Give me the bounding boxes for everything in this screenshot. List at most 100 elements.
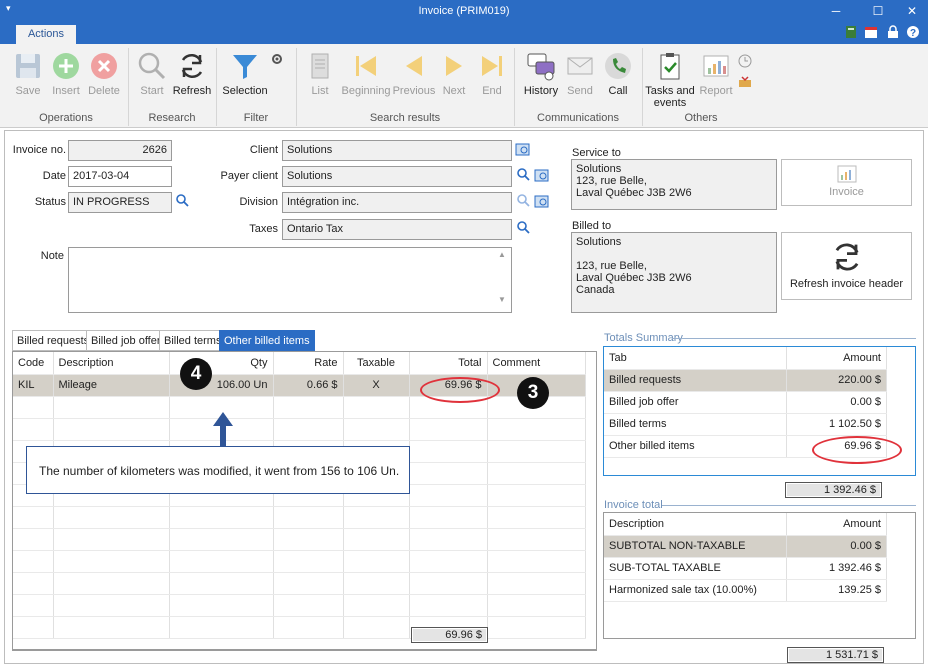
folder-search-icon [515,143,530,156]
folder-search-icon [534,195,549,208]
beginning-button[interactable]: Beginning [340,50,392,106]
empty-row [13,572,586,595]
group-communications-label: Communications [537,112,619,124]
table-row[interactable]: Billed job offer 0.00 $ [604,391,887,414]
note-textarea[interactable] [68,247,512,313]
invoice-button[interactable]: Invoice [781,159,912,206]
cell-code[interactable]: KIL [13,374,54,397]
note-scrollbar[interactable]: ▲ ▼ [496,250,508,310]
clock-icon[interactable] [738,54,752,68]
status-search-button[interactable] [173,193,191,211]
division-lookup-button[interactable] [533,193,551,211]
table-row[interactable]: KIL Mileage 106.00 Un 0.66 $ X 69.96 $ [13,374,586,397]
next-arrow-icon [446,56,462,76]
folder-search-icon [534,169,549,182]
call-button[interactable]: Call [594,50,642,106]
empty-row [13,528,586,551]
taxes-search-button[interactable] [514,220,532,238]
calculator-icon[interactable] [844,25,858,39]
help-icon[interactable]: ? [906,25,920,39]
payer-lookup-button[interactable] [533,167,551,185]
ribbon: Save Insert Delete Operations Start Refr… [0,44,928,128]
calendar-icon[interactable] [864,25,878,39]
highlight-oval-other-items [812,436,902,464]
items-header-row: Code Description Qty Rate Taxable Total … [13,352,586,375]
tab-billed-requests[interactable]: Billed requests [12,330,95,351]
col-rate[interactable]: Rate [273,352,344,375]
search-icon [517,194,530,207]
scroll-list-icon [311,53,329,79]
gear-icon[interactable] [270,52,284,66]
delete-button[interactable]: Delete [80,50,128,106]
window-title: Invoice (PRIM019) [418,5,510,17]
previous-arrow-icon [406,56,422,76]
envelope-icon [567,57,593,75]
client-field: Solutions [282,140,512,161]
total-amount-cell: 1 392.46 $ [786,557,887,580]
maximize-button[interactable]: ☐ [868,3,888,19]
col-taxable[interactable]: Taxable [343,352,410,375]
tab-other-billed-items[interactable]: Other billed items [219,330,315,351]
group-research-label: Research [148,112,196,124]
client-lookup-button[interactable] [514,141,532,159]
col-total[interactable]: Total [409,352,488,375]
date-field[interactable]: 2017-03-04 [68,166,172,187]
inbox-icon[interactable] [738,74,752,88]
payer-client-label: Payer client [220,170,278,182]
col-tab[interactable]: Tab [604,347,787,370]
client-label: Client [249,144,278,156]
invoice-grand-total: 1 531.71 $ [787,647,884,663]
invoice-total-grid: Description Amount SUBTOTAL NON-TAXABLE 0.… [603,512,916,639]
lock-icon[interactable] [886,25,900,39]
empty-row [13,616,586,639]
refresh-invoice-header-button[interactable]: Refresh invoice header [781,232,912,300]
report-button[interactable]: Report [692,50,740,106]
last-record-icon [482,56,502,76]
tab-billed-terms[interactable]: Billed terms [159,330,227,351]
payer-search-button[interactable] [514,167,532,185]
ribbon-tab-row: Actions ? [0,22,928,44]
group-others-label: Others [684,112,718,124]
total-description-cell: Harmonized sale tax (10.00%) [604,579,787,602]
invoice-total-table: Description Amount SUBTOTAL NON-TAXABLE 0.… [604,513,887,602]
table-row[interactable]: Harmonized sale tax (10.00%) 139.25 $ [604,579,887,602]
table-row[interactable]: SUBTOTAL NON-TAXABLE 0.00 $ [604,535,887,558]
billed-to-address: Solutions 123, rue Belle, Laval Québec J… [571,232,777,313]
division-search-button[interactable] [514,193,532,211]
ribbon-separator [514,48,515,126]
col-comment[interactable]: Comment [487,352,586,375]
taxes-field: Ontario Tax [282,219,512,240]
billed-to-label: Billed to [572,220,612,232]
refresh-button[interactable]: Refresh [168,50,216,106]
col-description[interactable]: Description [53,352,170,375]
total-description-cell: SUB-TOTAL TAXABLE [604,557,787,580]
close-button[interactable]: ✕ [902,3,922,19]
minimize-button[interactable]: ─ [826,3,846,19]
tasks-and-events-button[interactable]: Tasks and events [644,50,696,109]
taxes-label: Taxes [249,223,278,235]
cell-taxable[interactable]: X [343,374,410,397]
highlight-oval-total [420,377,500,403]
col-amount[interactable]: Amount [786,513,887,536]
group-operations-label: Operations [39,112,93,124]
summary-amount-cell: 0.00 $ [786,391,887,414]
table-row[interactable]: SUB-TOTAL TAXABLE 1 392.46 $ [604,557,887,580]
col-description[interactable]: Description [604,513,787,536]
cell-rate[interactable]: 0.66 $ [273,374,344,397]
tab-actions[interactable]: Actions [16,25,76,44]
summary-tab-cell: Billed requests [604,369,787,392]
items-grid: Code Description Qty Rate Taxable Total … [12,351,597,650]
col-amount[interactable]: Amount [786,347,887,370]
items-table: Code Description Qty Rate Taxable Total … [13,352,586,639]
selection-button[interactable]: Selection [220,50,270,106]
tab-billed-job-offer[interactable]: Billed job offer [86,330,166,351]
end-button[interactable]: End [468,50,516,106]
col-code[interactable]: Code [13,352,54,375]
list-button[interactable]: List [296,50,344,106]
cell-description[interactable]: Mileage [53,374,170,397]
total-amount-cell: 0.00 $ [786,535,887,558]
table-row[interactable]: Billed terms 1 102.50 $ [604,413,887,436]
summary-tab-cell: Billed job offer [604,391,787,414]
grid-bottom-border [12,650,597,651]
table-row[interactable]: Billed requests 220.00 $ [604,369,887,392]
